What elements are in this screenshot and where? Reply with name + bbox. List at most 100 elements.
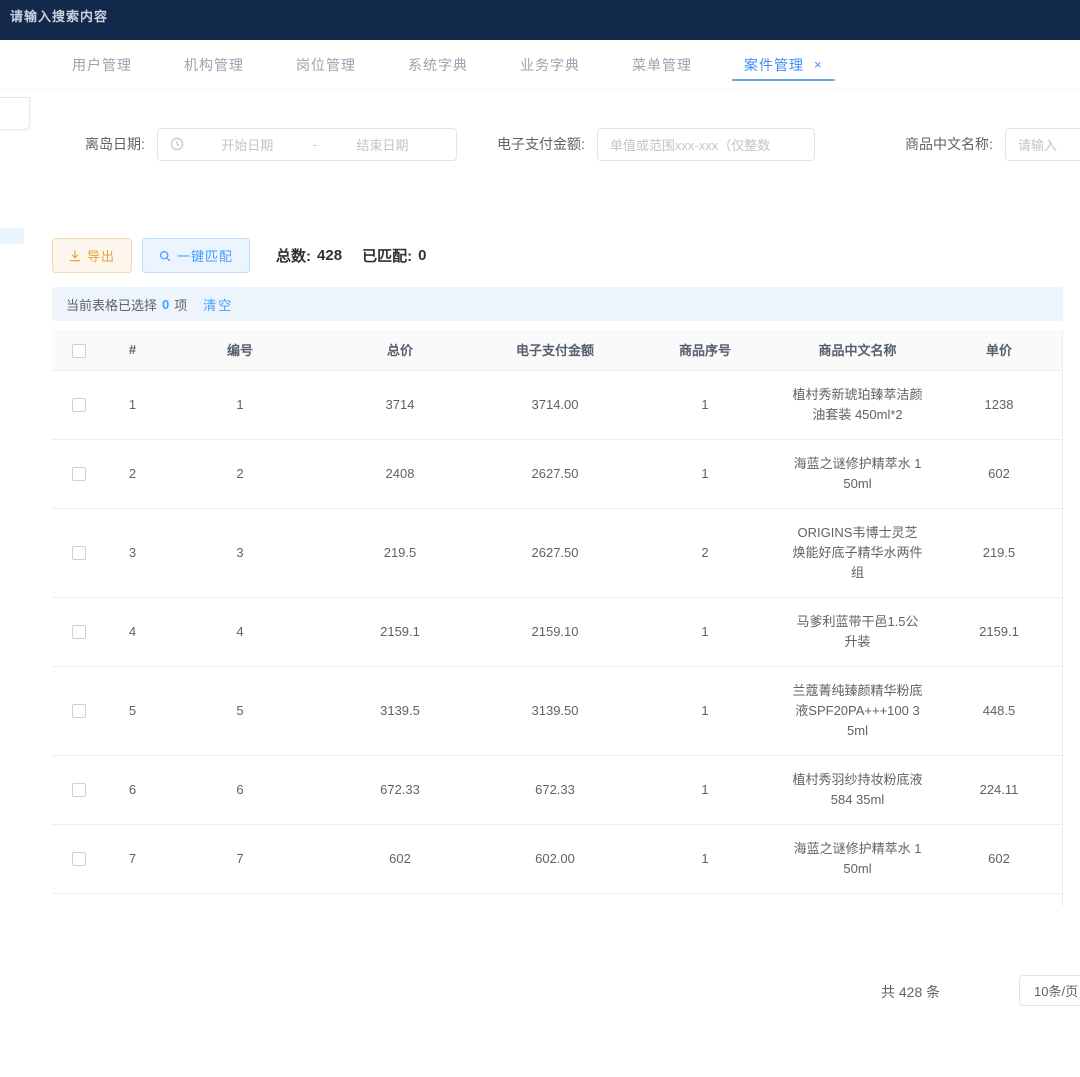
amount-filter-label: 电子支付金额: (497, 134, 585, 154)
column-header: 商品中文名称 (780, 330, 935, 370)
cell-product-name: 海蓝之谜修护精萃水 150ml (780, 439, 935, 508)
date-range-picker[interactable]: 开始日期 - 结束日期 (157, 128, 457, 161)
column-header: 总价 (320, 330, 480, 370)
row-checkbox[interactable] (72, 546, 86, 560)
row-checkbox[interactable] (72, 704, 86, 718)
cell-total-price: 2408 (320, 439, 480, 508)
date-filter-label: 离岛日期: (85, 134, 145, 154)
clock-icon (170, 137, 184, 151)
table-row[interactable]: 7 7 602 602.00 1 海蓝之谜修护精萃水 150ml 602 (52, 824, 1063, 893)
row-checkbox[interactable] (72, 783, 86, 797)
table-row[interactable]: 6 6 672.33 672.33 1 植村秀羽纱持妆粉底液 584 35ml … (52, 755, 1063, 824)
selection-alert-bar: 当前表格已选择 0 项 清空 (52, 287, 1063, 321)
filter-row: 离岛日期: 开始日期 - 结束日期 电子支付金额: 单值或范围xxx-xxx（仅… (0, 127, 1080, 161)
cell-epay-amount: 2627.50 (480, 508, 630, 597)
cell-epay-amount: 1898.47 (480, 893, 630, 906)
tab-item[interactable]: 岗位管理 (270, 40, 382, 89)
collapsed-panel-stub[interactable] (0, 97, 30, 130)
cell-unit-price: 219.5 (935, 508, 1063, 597)
cell-total-price: 3714 (320, 370, 480, 439)
clear-selection-link[interactable]: 清空 (203, 295, 233, 314)
export-button-label: 导出 (87, 246, 115, 265)
cell-index: 7 (105, 824, 160, 893)
cell-code: 4 (160, 597, 320, 666)
tab-item[interactable]: 菜单管理 (606, 40, 718, 89)
tab-item[interactable]: 系统字典 (382, 40, 494, 89)
one-click-match-button[interactable]: 一键匹配 (142, 238, 250, 273)
cell-code: 5 (160, 666, 320, 755)
close-icon[interactable]: × (814, 58, 823, 71)
tab-item[interactable]: 用户管理 (46, 40, 158, 89)
matched-value: 0 (418, 247, 426, 264)
table-row[interactable]: 8 8 1898.47 1898.47 1 卡诗菁纯亮泽经典香氛 632.49 (52, 893, 1063, 906)
row-checkbox-cell (52, 893, 105, 906)
global-search-input[interactable]: 请输入搜索内容 (10, 6, 108, 25)
cell-unit-price: 632.49 (935, 893, 1063, 906)
export-button[interactable]: 导出 (52, 238, 132, 273)
cell-index: 8 (105, 893, 160, 906)
toolbar: 导出 一键匹配 总数: 428 已匹配: 0 (52, 238, 426, 273)
table-row[interactable]: 4 4 2159.1 2159.10 1 马爹利蓝带干邑1.5公升装 2159.… (52, 597, 1063, 666)
row-checkbox-cell (52, 755, 105, 824)
header-checkbox-cell (52, 330, 105, 370)
table-header-row: # 编号 总价 电子支付金额 商品序号 商品中文名称 单价 (52, 330, 1063, 370)
table-row[interactable]: 2 2 2408 2627.50 1 海蓝之谜修护精萃水 150ml 602 (52, 439, 1063, 508)
select-all-checkbox[interactable] (72, 344, 86, 358)
cell-product-seq: 2 (630, 508, 780, 597)
cell-code: 6 (160, 755, 320, 824)
column-header: # (105, 330, 160, 370)
cell-unit-price: 448.5 (935, 666, 1063, 755)
cell-epay-amount: 2159.10 (480, 597, 630, 666)
date-filter-group: 离岛日期: 开始日期 - 结束日期 (85, 127, 457, 161)
cell-code: 7 (160, 824, 320, 893)
cell-product-seq: 1 (630, 824, 780, 893)
tab-label: 系统字典 (408, 55, 468, 75)
date-start-input[interactable]: 开始日期 (186, 135, 309, 154)
column-header: 商品序号 (630, 330, 780, 370)
amount-input[interactable]: 单值或范围xxx-xxx（仅整数 (597, 128, 815, 161)
cell-product-seq: 1 (630, 893, 780, 906)
download-icon (69, 250, 81, 262)
table-row[interactable]: 3 3 219.5 2627.50 2 ORIGINS韦博士灵芝焕能好底子精华水… (52, 508, 1063, 597)
cell-product-seq: 1 (630, 439, 780, 508)
amount-placeholder: 单值或范围xxx-xxx（仅整数 (610, 135, 770, 154)
cell-unit-price: 1238 (935, 370, 1063, 439)
tab-item[interactable]: 机构管理 (158, 40, 270, 89)
tab-item[interactable]: 业务字典 (494, 40, 606, 89)
cell-epay-amount: 3139.50 (480, 666, 630, 755)
tab-item[interactable]: 案件管理 × (718, 40, 849, 89)
column-header: 电子支付金额 (480, 330, 630, 370)
page-size-select[interactable]: 10条/页 (1019, 975, 1080, 1006)
row-checkbox-cell (52, 824, 105, 893)
edge-button-stub[interactable] (0, 228, 24, 244)
tab-label: 机构管理 (184, 55, 244, 75)
cell-product-seq: 1 (630, 755, 780, 824)
row-checkbox[interactable] (72, 852, 86, 866)
data-table: # 编号 总价 电子支付金额 商品序号 商品中文名称 单价 (52, 330, 1063, 906)
cell-product-name: 海蓝之谜修护精萃水 150ml (780, 824, 935, 893)
cell-product-seq: 1 (630, 597, 780, 666)
product-name-input[interactable]: 请输入 (1005, 128, 1080, 161)
cell-index: 3 (105, 508, 160, 597)
cell-unit-price: 602 (935, 824, 1063, 893)
cell-product-name: 马爹利蓝带干邑1.5公升装 (780, 597, 935, 666)
cell-index: 5 (105, 666, 160, 755)
cell-product-name: 植村秀羽纱持妆粉底液 584 35ml (780, 755, 935, 824)
row-checkbox[interactable] (72, 467, 86, 481)
cell-product-name: 兰蔻菁纯臻颜精华粉底液SPF20PA+++100 35ml (780, 666, 935, 755)
table-row[interactable]: 5 5 3139.5 3139.50 1 兰蔻菁纯臻颜精华粉底液SPF20PA+… (52, 666, 1063, 755)
table-row[interactable]: 1 1 3714 3714.00 1 植村秀新琥珀臻萃洁颜油套装 450ml*2… (52, 370, 1063, 439)
date-end-input[interactable]: 结束日期 (321, 135, 444, 154)
cell-unit-price: 602 (935, 439, 1063, 508)
row-checkbox[interactable] (72, 625, 86, 639)
cell-product-seq: 1 (630, 370, 780, 439)
row-checkbox-cell (52, 370, 105, 439)
cell-product-name: 卡诗菁纯亮泽经典香氛 (780, 893, 935, 906)
cell-total-price: 1898.47 (320, 893, 480, 906)
cell-total-price: 3139.5 (320, 666, 480, 755)
column-header: 单价 (935, 330, 1063, 370)
product-filter-label: 商品中文名称: (905, 134, 993, 154)
row-checkbox[interactable] (72, 398, 86, 412)
date-range-separator: - (309, 137, 321, 152)
row-checkbox-cell (52, 597, 105, 666)
